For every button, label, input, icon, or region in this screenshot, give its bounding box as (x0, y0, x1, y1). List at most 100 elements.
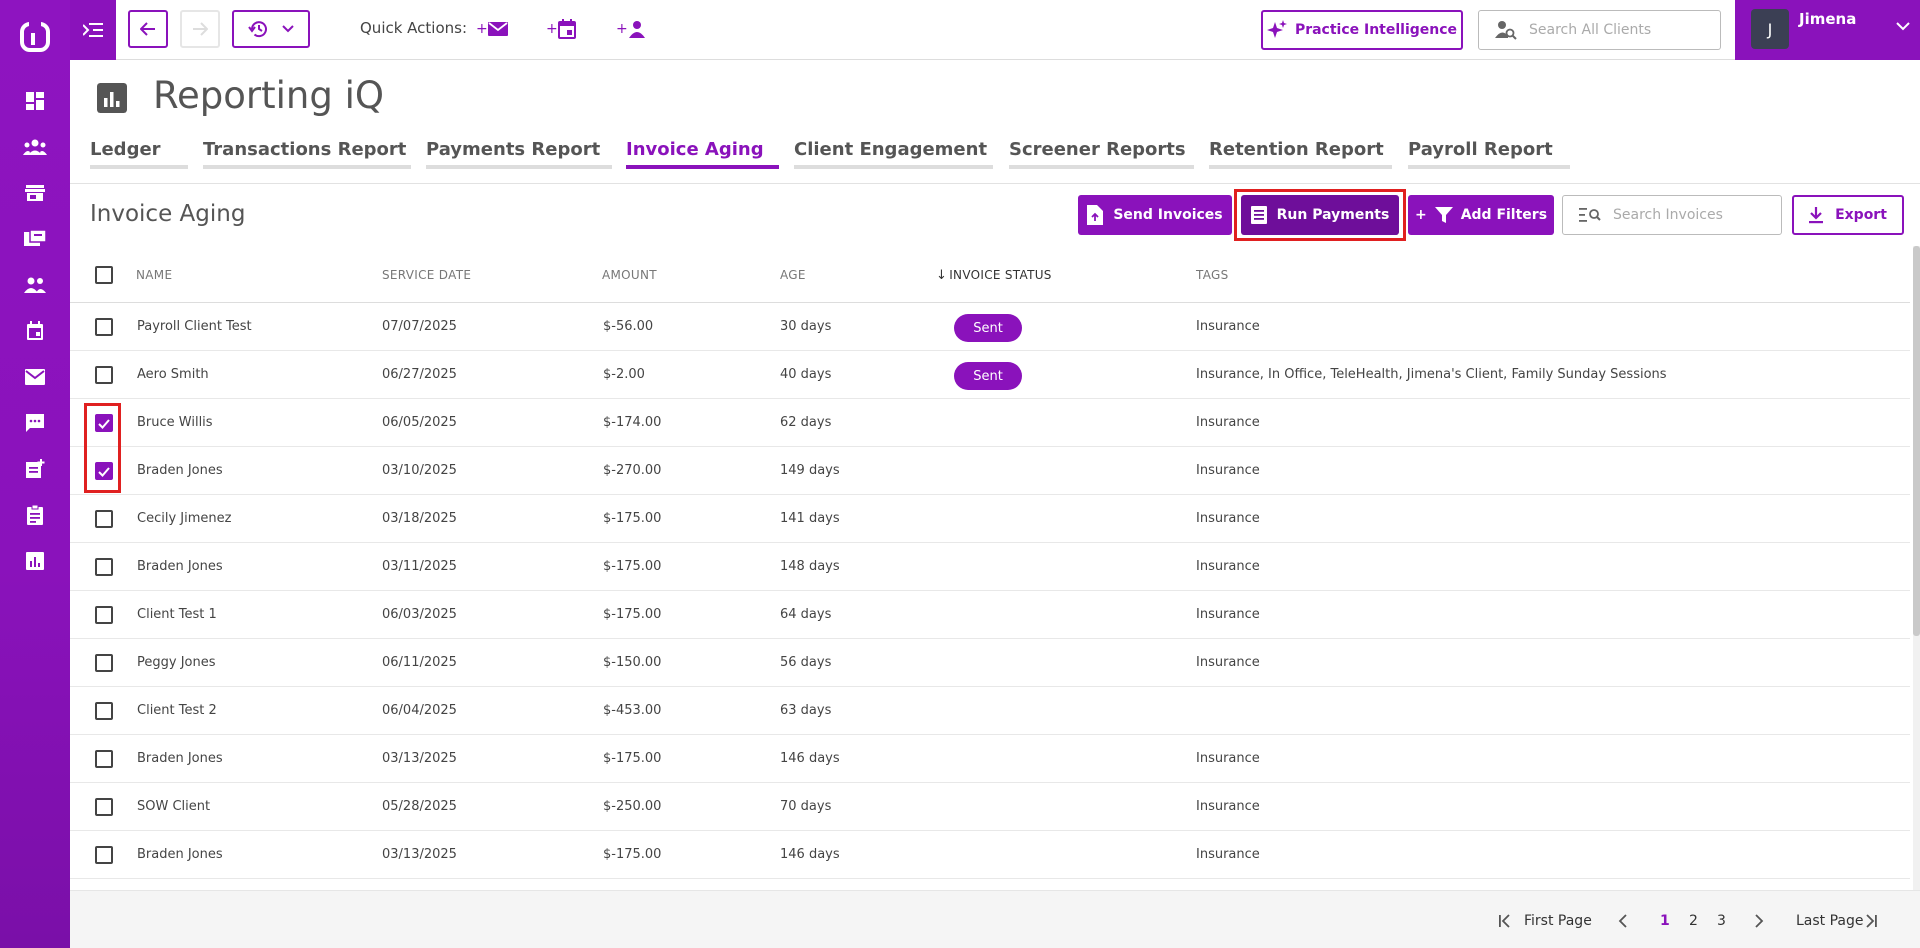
chevron-left-icon[interactable] (1618, 914, 1628, 928)
send-invoices-label: Send Invoices (1113, 207, 1223, 223)
column-header-age[interactable]: AGE (780, 268, 806, 282)
tab-ledger[interactable]: Ledger (90, 137, 188, 169)
row-checkbox[interactable] (95, 366, 113, 384)
invoice-search-box[interactable] (1562, 195, 1782, 235)
store-icon[interactable] (22, 180, 48, 206)
chevron-right-icon[interactable] (1754, 914, 1764, 928)
page-2-button[interactable]: 2 (1689, 913, 1698, 929)
cell-tags: Insurance (1196, 511, 1260, 526)
client-search-box[interactable] (1478, 10, 1721, 50)
row-checkbox[interactable] (95, 318, 113, 336)
practice-intelligence-button[interactable]: Practice Intelligence (1261, 10, 1463, 50)
page-3-button[interactable]: 3 (1717, 913, 1726, 929)
chat-icon[interactable] (22, 410, 48, 436)
forward-button[interactable] (180, 10, 220, 48)
chevron-down-icon (1896, 22, 1910, 31)
history-dropdown[interactable] (232, 10, 310, 48)
cell-age: 141 days (780, 511, 840, 526)
table-scrollbar[interactable] (1913, 246, 1920, 890)
status-badge[interactable]: Sent (954, 314, 1022, 342)
table-row[interactable]: Peggy Jones 06/11/2025 $-150.00 56 days Insu… (70, 639, 1910, 687)
add-note-icon[interactable] (22, 456, 48, 482)
dashboard-icon[interactable] (22, 88, 48, 114)
row-checkbox[interactable] (95, 510, 113, 528)
back-button[interactable] (128, 10, 168, 48)
invoice-search-input[interactable] (1613, 207, 1773, 223)
export-label: Export (1835, 207, 1887, 223)
export-button[interactable]: Export (1792, 195, 1904, 235)
tab-client-engagement[interactable]: Client Engagement (794, 137, 993, 169)
clients-icon[interactable] (22, 272, 48, 298)
table-row[interactable]: Bruce Willis 06/05/2025 $-174.00 62 days Ins… (70, 399, 1910, 447)
quick-add-appointment-button[interactable]: + (546, 14, 576, 44)
last-page-button[interactable]: Last Page (1796, 913, 1864, 929)
user-menu[interactable]: J Jimena (1735, 0, 1920, 60)
app-logo-icon[interactable] (20, 20, 50, 54)
tab-invoice-aging[interactable]: Invoice Aging (626, 137, 779, 169)
status-badge[interactable]: Sent (954, 362, 1022, 390)
table-row[interactable]: Braden Jones 03/11/2025 $-175.00 148 days In… (70, 543, 1910, 591)
row-checkbox[interactable] (95, 846, 113, 864)
row-checkbox[interactable] (95, 606, 113, 624)
row-checkbox[interactable] (95, 798, 113, 816)
tab-transactions-report[interactable]: Transactions Report (203, 137, 411, 169)
first-page-icon[interactable] (1498, 914, 1512, 928)
first-page-button[interactable]: First Page (1524, 913, 1592, 929)
add-filters-button[interactable]: + Add Filters (1408, 195, 1554, 235)
row-checkbox[interactable] (95, 654, 113, 672)
tab-retention-report[interactable]: Retention Report (1209, 137, 1392, 169)
cell-age: 146 days (780, 751, 840, 766)
client-search-input[interactable] (1529, 22, 1699, 38)
pagination-bar: First Page 1 2 3 Last Page (70, 890, 1920, 948)
table-row[interactable]: Braden Jones 03/13/2025 $-175.00 146 days In… (70, 735, 1910, 783)
quick-actions-label: Quick Actions: (360, 19, 468, 37)
tab-payroll-report[interactable]: Payroll Report (1408, 137, 1570, 169)
tab-screener-reports[interactable]: Screener Reports (1009, 137, 1194, 169)
left-nav-rail (0, 0, 70, 948)
table-row[interactable]: Braden Jones 03/13/2025 $-175.00 146 days In… (70, 831, 1910, 879)
scrollbar-thumb[interactable] (1913, 246, 1920, 636)
mail-icon[interactable] (22, 364, 48, 390)
column-header-service-date[interactable]: SERVICE DATE (382, 268, 471, 282)
row-checkbox[interactable] (95, 558, 113, 576)
clipboard-icon[interactable] (22, 502, 48, 528)
plus-prefix: + (1414, 207, 1427, 223)
history-icon (248, 21, 267, 38)
select-all-checkbox[interactable] (95, 266, 113, 284)
cell-service-date: 03/13/2025 (382, 751, 457, 766)
table-row[interactable]: Aero Smith 06/27/2025 $-2.00 40 days Insuran… (70, 351, 1910, 399)
page-1-button[interactable]: 1 (1660, 913, 1670, 929)
cell-name: Aero Smith (137, 367, 209, 382)
column-header-amount[interactable]: AMOUNT (602, 268, 657, 282)
reports-icon[interactable] (22, 548, 48, 574)
billing-icon[interactable] (22, 226, 48, 252)
table-row[interactable]: Braden Jones 03/10/2025 $-270.00 149 days In… (70, 447, 1910, 495)
arrow-left-icon (140, 22, 155, 36)
menu-toggle-button[interactable] (70, 0, 116, 60)
cell-name: Cecily Jimenez (137, 511, 232, 526)
run-payments-button[interactable]: Run Payments (1241, 195, 1399, 235)
column-header-name[interactable]: NAME (136, 268, 172, 282)
column-header-invoice-status[interactable]: ↓ INVOICE STATUS (936, 268, 1052, 283)
tab-payments-report[interactable]: Payments Report (426, 137, 612, 169)
row-checkbox[interactable] (95, 750, 113, 768)
chevron-down-icon (282, 25, 294, 33)
table-row[interactable]: SOW Client 05/28/2025 $-250.00 70 days Insur… (70, 783, 1910, 831)
groups-icon[interactable] (22, 134, 48, 160)
cell-tags: Insurance (1196, 799, 1260, 814)
table-row[interactable]: Payroll Client Test 07/07/2025 $-56.00 30 d… (70, 303, 1910, 351)
table-row[interactable]: Cecily Jimenez 03/18/2025 $-175.00 141 days… (70, 495, 1910, 543)
last-page-icon[interactable] (1864, 914, 1878, 928)
cell-service-date: 06/03/2025 (382, 607, 457, 622)
file-upload-icon (1087, 205, 1104, 225)
quick-add-message-button[interactable]: + (476, 14, 508, 44)
send-invoices-button[interactable]: Send Invoices (1078, 195, 1232, 235)
quick-add-client-button[interactable]: + (616, 14, 646, 44)
row-checkbox[interactable] (95, 702, 113, 720)
cell-name: Braden Jones (137, 847, 223, 862)
table-row[interactable]: Client Test 1 06/03/2025 $-175.00 64 days In… (70, 591, 1910, 639)
calendar-icon[interactable] (22, 318, 48, 344)
table-row[interactable]: Client Test 2 06/04/2025 $-453.00 63 days (70, 687, 1910, 735)
cell-amount: $-175.00 (603, 847, 662, 862)
column-header-tags[interactable]: TAGS (1196, 268, 1229, 282)
